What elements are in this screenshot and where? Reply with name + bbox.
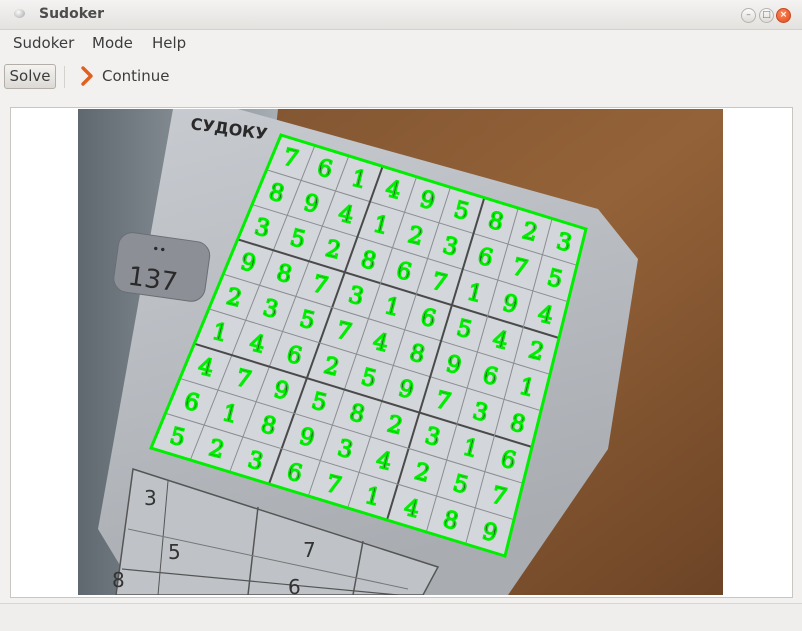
continue-arrow-icon[interactable] [80,66,94,86]
menu-help[interactable]: Help [152,34,186,52]
lower-grid-digit: 8 [112,568,125,592]
continue-button[interactable]: Continue [102,67,169,85]
toolbar: Solve Continue [0,58,802,96]
menu-bar: Sudoker Mode Help [0,30,802,55]
puzzle-number-badge: •• 137 [113,232,211,302]
close-button[interactable]: × [776,8,791,23]
title-bar: Sudoker – □ × [0,0,802,30]
badge-marks: •• [151,242,167,258]
toolbar-separator [64,66,65,88]
window-menu-icon[interactable] [14,9,25,18]
lower-grid-digit: 5 [168,540,181,564]
sudoku-photo: СУДОКУ •• 137 3 5 7 8 6 7 6 1 4 9 5 8 2 38 9 4 1 2 3 6… [78,109,723,595]
maximize-button[interactable]: □ [759,8,774,23]
window-title: Sudoker [39,6,105,22]
solve-button[interactable]: Solve [4,64,56,89]
menu-sudoker[interactable]: Sudoker [13,34,74,52]
lower-grid-digit: 6 [288,575,301,595]
status-bar [0,603,802,631]
lower-grid-digit: 7 [303,538,316,562]
lower-grid-digit: 3 [144,486,157,510]
menu-mode[interactable]: Mode [92,34,133,52]
image-view: СУДОКУ •• 137 3 5 7 8 6 7614958238941236… [10,107,793,598]
minimize-button[interactable]: – [741,8,756,23]
